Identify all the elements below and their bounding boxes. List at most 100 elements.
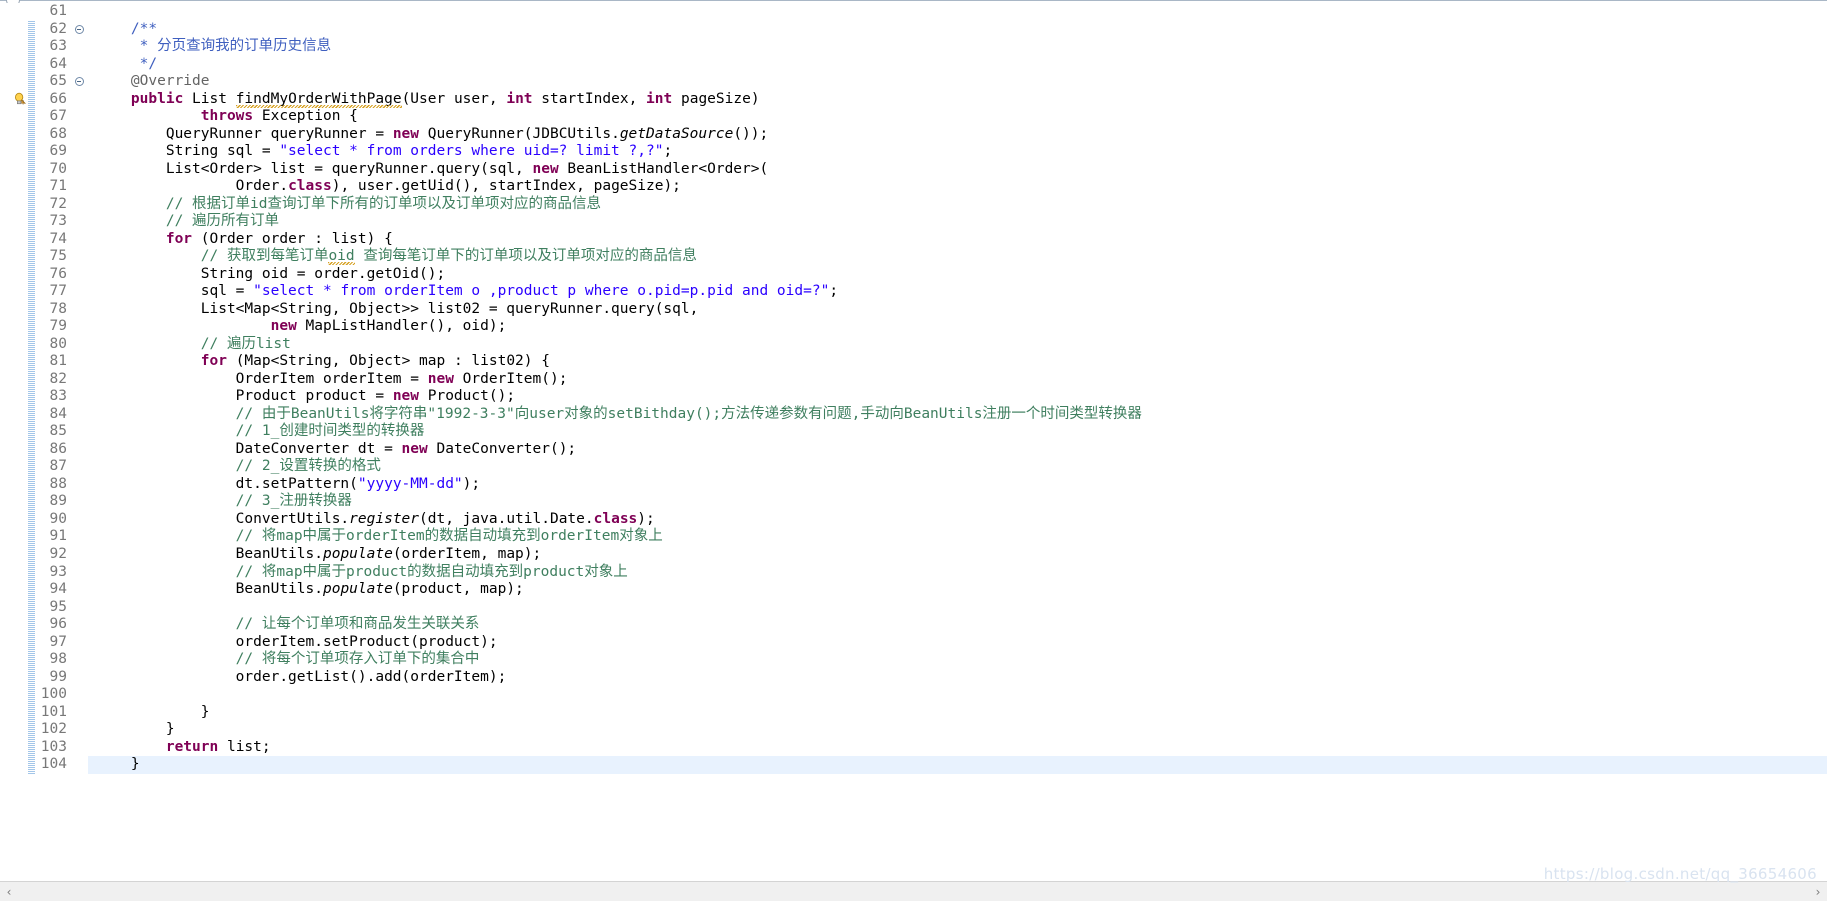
code-line[interactable]: */	[96, 56, 1827, 74]
code-line[interactable]	[96, 686, 1827, 704]
code-line[interactable]: // 遍历list	[96, 336, 1827, 354]
fold-collapse-icon[interactable]	[74, 77, 84, 87]
code-line[interactable]: throws Exception {	[96, 108, 1827, 126]
code-token: // 获取到每笔订单	[96, 248, 329, 265]
code-line[interactable]: for (Order order : list) {	[96, 231, 1827, 249]
line-number: 84	[49, 405, 67, 422]
horizontal-scrollbar[interactable]: ‹ ›	[0, 881, 1827, 901]
code-token: new	[427, 370, 454, 387]
code-token: "yyyy-MM-dd"	[357, 475, 463, 492]
code-line[interactable]: * 分页查询我的订单历史信息	[96, 38, 1827, 56]
code-line[interactable]: // 3_注册转换器	[96, 493, 1827, 511]
scroll-left-arrow-icon[interactable]: ‹	[0, 883, 18, 901]
code-line[interactable]: ConvertUtils.register(dt, java.util.Date…	[96, 511, 1827, 529]
code-line[interactable]	[96, 3, 1827, 21]
code-token: DateConverter dt =	[96, 440, 402, 457]
code-line[interactable]: }	[96, 721, 1827, 739]
code-line[interactable]: OrderItem orderItem = new OrderItem();	[96, 371, 1827, 389]
line-number: 70	[49, 160, 67, 177]
fold-row	[71, 371, 87, 389]
code-line[interactable]: }	[88, 756, 1827, 774]
code-line[interactable]: // 获取到每笔订单oid 查询每笔订单下的订单项以及订单项对应的商品信息	[96, 248, 1827, 266]
code-token: populate	[322, 581, 393, 598]
code-token: list;	[218, 738, 271, 755]
fold-row[interactable]	[71, 73, 87, 91]
line-number: 63	[49, 38, 67, 55]
code-token: (Map<String, Object> map : list02) {	[226, 353, 550, 370]
code-line[interactable]: orderItem.setProduct(product);	[96, 634, 1827, 652]
line-number: 67	[49, 108, 67, 125]
code-token: // 遍历list	[96, 335, 291, 352]
line-number: 68	[49, 125, 67, 142]
code-token: order.getList().add(orderItem);	[96, 668, 507, 685]
line-number: 97	[49, 633, 67, 650]
code-line[interactable]: String oid = order.getOid();	[96, 266, 1827, 284]
code-line[interactable]: String sql = "select * from orders where…	[96, 143, 1827, 161]
code-line[interactable]	[96, 599, 1827, 617]
code-line[interactable]: // 根据订单id查询订单下所有的订单项以及订单项对应的商品信息	[96, 196, 1827, 214]
code-token: ), user.getUid(), startIndex, pageSize);	[331, 178, 681, 195]
code-line[interactable]: List<Order> list = queryRunner.query(sql…	[96, 161, 1827, 179]
fold-row	[71, 476, 87, 494]
code-line[interactable]: dt.setPattern("yyyy-MM-dd");	[96, 476, 1827, 494]
code-line[interactable]: public List findMyOrderWithPage(User use…	[96, 91, 1827, 109]
fold-row	[71, 143, 87, 161]
code-line[interactable]: // 2_设置转换的格式	[96, 458, 1827, 476]
code-line[interactable]: }	[96, 704, 1827, 722]
code-token: getDataSource	[619, 125, 734, 142]
code-line[interactable]: Order.class), user.getUid(), startIndex,…	[96, 178, 1827, 196]
code-line[interactable]: return list;	[96, 739, 1827, 757]
folding-ruler[interactable]	[71, 3, 87, 881]
code-line[interactable]: for (Map<String, Object> map : list02) {	[96, 353, 1827, 371]
line-number: 96	[49, 616, 67, 633]
fold-collapse-icon[interactable]	[74, 24, 84, 34]
warning-lightbulb-icon[interactable]: !	[13, 92, 27, 106]
scroll-right-arrow-icon[interactable]: ›	[1809, 883, 1827, 901]
code-token: pageSize)	[672, 90, 760, 107]
code-line[interactable]: List<Map<String, Object>> list02 = query…	[96, 301, 1827, 319]
fold-row	[71, 248, 87, 266]
code-token: String sql =	[96, 143, 280, 160]
line-number: 88	[49, 475, 67, 492]
code-token: List<Map<String, Object>> list02 = query…	[96, 300, 699, 317]
annotation-ruler[interactable]: !	[0, 3, 28, 881]
fold-row[interactable]	[71, 21, 87, 39]
code-line[interactable]: sql = "select * from orderItem o ,produc…	[96, 283, 1827, 301]
code-line[interactable]: DateConverter dt = new DateConverter();	[96, 441, 1827, 459]
code-line[interactable]: order.getList().add(orderItem);	[96, 669, 1827, 687]
code-line[interactable]: // 1_创建时间类型的转换器	[96, 423, 1827, 441]
code-line[interactable]: // 由于BeanUtils将字符串"1992-3-3"向user对象的setB…	[96, 406, 1827, 424]
code-line[interactable]: // 遍历所有订单	[96, 213, 1827, 231]
code-token: }	[96, 721, 175, 738]
code-line[interactable]: @Override	[96, 73, 1827, 91]
code-text-area[interactable]: /** * 分页查询我的订单历史信息 */ @Override public L…	[88, 3, 1827, 881]
line-number: 100	[40, 686, 67, 703]
code-line[interactable]: /**	[96, 21, 1827, 39]
line-number: 69	[49, 143, 67, 160]
code-line[interactable]: // 将map中属于product的数据自动填充到product对象上	[96, 564, 1827, 582]
code-line[interactable]: Product product = new Product();	[96, 388, 1827, 406]
code-token: return	[165, 738, 219, 755]
svg-text:!: !	[22, 99, 24, 106]
line-number: 71	[49, 178, 67, 195]
code-line[interactable]: // 将每个订单项存入订单下的集合中	[96, 651, 1827, 669]
fold-row	[71, 704, 87, 722]
fold-row	[71, 283, 87, 301]
code-token: new	[532, 160, 559, 177]
code-token: dt.setPattern(	[96, 475, 358, 492]
code-line[interactable]: new MapListHandler(), oid);	[96, 318, 1827, 336]
code-line[interactable]: BeanUtils.populate(orderItem, map);	[96, 546, 1827, 564]
code-line[interactable]: // 让每个订单项和商品发生关联关系	[96, 616, 1827, 634]
code-line[interactable]: // 将map中属于orderItem的数据自动填充到orderItem对象上	[96, 528, 1827, 546]
fold-row	[71, 756, 87, 774]
code-line[interactable]: BeanUtils.populate(product, map);	[96, 581, 1827, 599]
line-number: 75	[49, 248, 67, 265]
code-token: Product();	[419, 388, 516, 405]
horizontal-scroll-track[interactable]	[18, 885, 1809, 899]
code-token: (User user,	[401, 90, 507, 107]
line-number: 79	[49, 318, 67, 335]
code-line[interactable]: QueryRunner queryRunner = new QueryRunne…	[96, 126, 1827, 144]
